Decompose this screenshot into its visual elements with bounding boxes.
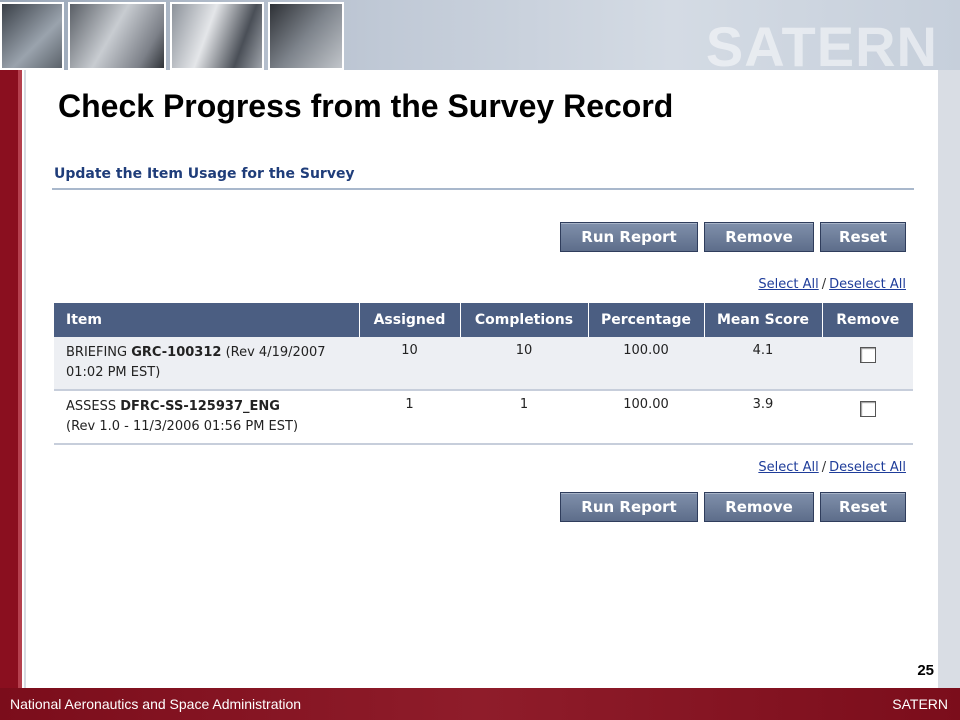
button-row-top: Run Report Remove Reset — [560, 222, 906, 252]
assigned-cell: 10 — [359, 337, 460, 391]
section-title: Update the Item Usage for the Survey — [54, 166, 355, 182]
header-photo — [0, 2, 64, 70]
reset-button[interactable]: Reset — [820, 222, 906, 252]
select-links-bottom: Select All / Deselect All — [758, 460, 906, 475]
header-banner: SATERN — [0, 0, 960, 70]
item-code: GRC-100312 — [131, 345, 222, 360]
table-row: ASSESS DFRC-SS-125937_ENG (Rev 1.0 - 11/… — [54, 390, 913, 445]
run-report-button[interactable]: Run Report — [560, 222, 698, 252]
table-row: BRIEFING GRC-100312 (Rev 4/19/2007 01:02… — [54, 337, 913, 391]
deselect-all-link[interactable]: Deselect All — [829, 277, 906, 292]
remove-checkbox[interactable] — [859, 401, 876, 417]
header-photo — [170, 2, 264, 70]
deselect-all-link[interactable]: Deselect All — [829, 460, 906, 475]
assigned-cell: 1 — [359, 390, 460, 445]
run-report-button[interactable]: Run Report — [560, 492, 698, 522]
percentage-cell: 100.00 — [588, 390, 704, 445]
completions-cell: 1 — [460, 390, 588, 445]
remove-cell — [822, 337, 913, 391]
mean-score-cell: 3.9 — [704, 390, 822, 445]
item-cell: ASSESS DFRC-SS-125937_ENG (Rev 1.0 - 11/… — [54, 390, 359, 445]
right-edge — [938, 70, 960, 688]
item-usage-table: Item Assigned Completions Percentage Mea… — [54, 303, 913, 445]
remove-checkbox[interactable] — [859, 347, 876, 363]
button-row-bottom: Run Report Remove Reset — [560, 492, 906, 522]
remove-cell — [822, 390, 913, 445]
item-type: ASSESS — [66, 399, 117, 414]
column-header-remove: Remove — [822, 303, 913, 337]
completions-cell: 10 — [460, 337, 588, 391]
item-revision: (Rev 1.0 - 11/3/2006 01:56 PM EST) — [66, 419, 299, 434]
link-separator: / — [821, 460, 827, 475]
column-header-assigned[interactable]: Assigned — [359, 303, 461, 337]
header-photo — [268, 2, 344, 70]
table-header-row: Item Assigned Completions Percentage Mea… — [54, 303, 913, 337]
item-type: BRIEFING — [66, 345, 128, 360]
select-all-link[interactable]: Select All — [758, 277, 818, 292]
brand-logo: SATERN — [705, 15, 938, 70]
remove-button[interactable]: Remove — [704, 492, 814, 522]
section-divider — [52, 188, 914, 190]
footer-brand: SATERN — [892, 696, 948, 712]
item-code: DFRC-SS-125937_ENG — [120, 399, 280, 414]
reset-button[interactable]: Reset — [820, 492, 906, 522]
header-photo — [68, 2, 166, 70]
select-links-top: Select All / Deselect All — [758, 277, 906, 292]
select-all-link[interactable]: Select All — [758, 460, 818, 475]
footer-bar: National Aeronautics and Space Administr… — [0, 688, 960, 720]
page-number: 25 — [917, 662, 934, 679]
mean-score-cell: 4.1 — [704, 337, 822, 391]
footer-agency-name: National Aeronautics and Space Administr… — [10, 696, 302, 712]
left-stripe — [0, 0, 26, 688]
slide-title: Check Progress from the Survey Record — [58, 88, 674, 124]
item-cell: BRIEFING GRC-100312 (Rev 4/19/2007 01:02… — [54, 337, 359, 391]
remove-button[interactable]: Remove — [704, 222, 814, 252]
column-header-item[interactable]: Item — [54, 303, 360, 337]
column-header-completions[interactable]: Completions — [460, 303, 589, 337]
percentage-cell: 100.00 — [588, 337, 704, 391]
column-header-mean-score[interactable]: Mean Score — [704, 303, 823, 337]
column-header-percentage[interactable]: Percentage — [588, 303, 705, 337]
link-separator: / — [821, 277, 827, 292]
